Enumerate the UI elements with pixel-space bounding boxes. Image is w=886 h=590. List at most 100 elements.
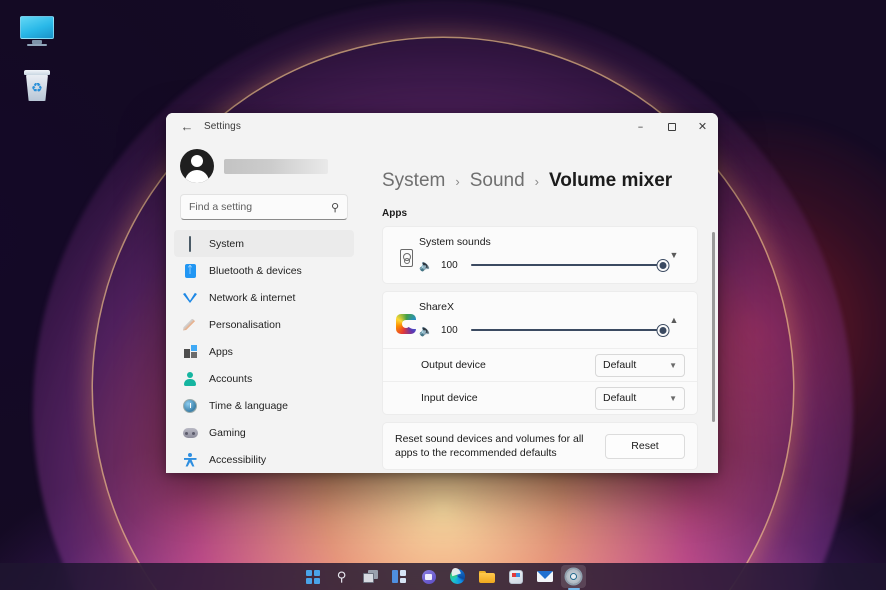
search-icon: ⚲ <box>331 201 339 214</box>
page-title: Volume mixer <box>549 170 672 192</box>
windows-start-icon <box>306 570 320 584</box>
volume-slider-sharex[interactable] <box>471 322 663 338</box>
microsoft-store-button[interactable] <box>503 565 528 588</box>
sidebar: ⚲ System ᛏ Bluetooth & devices Network & <box>166 140 362 473</box>
personalisation-icon <box>182 318 198 332</box>
mail-icon <box>537 571 553 582</box>
desktop: ♻ ← Settings – ✕ <box>0 0 886 590</box>
accounts-icon <box>182 371 198 387</box>
search-box[interactable]: ⚲ <box>180 194 348 220</box>
settings-gear-icon <box>566 569 581 584</box>
teams-chat-button[interactable] <box>416 565 441 588</box>
main-content: System › Sound › Volume mixer Apps Syste… <box>362 140 718 473</box>
file-explorer-button[interactable] <box>474 565 499 588</box>
taskbar: ⚲ <box>0 563 886 590</box>
search-input[interactable] <box>189 201 331 213</box>
app-card-sharex: ShareX 🔈 100 ▲ <box>382 291 698 415</box>
store-icon <box>509 570 523 584</box>
chevron-right-icon: › <box>455 174 459 189</box>
apps-icon <box>182 344 198 360</box>
app-row: ShareX 🔈 100 ▲ <box>383 292 697 348</box>
app-name: System sounds <box>419 236 663 248</box>
sidebar-item-apps[interactable]: Apps <box>174 338 354 365</box>
monitor-icon <box>20 16 54 46</box>
chevron-down-icon: ▼ <box>669 361 677 370</box>
search-button[interactable]: ⚲ <box>329 565 354 588</box>
scrollbar[interactable] <box>712 232 715 422</box>
volume-value: 100 <box>441 325 463 336</box>
sidebar-item-label: Apps <box>209 346 233 358</box>
sidebar-item-label: Accessibility <box>209 454 266 466</box>
maximize-button[interactable] <box>656 113 687 140</box>
recycle-bin-icon: ♻ <box>24 70 50 102</box>
sidebar-item-accounts[interactable]: Accounts <box>174 365 354 392</box>
teams-chat-icon <box>422 570 436 584</box>
input-device-select[interactable]: Default ▼ <box>595 387 685 410</box>
sidebar-item-bluetooth-devices[interactable]: ᛏ Bluetooth & devices <box>174 257 354 284</box>
desktop-icon-this-pc[interactable] <box>6 16 68 46</box>
sidebar-item-time-language[interactable]: Time & language <box>174 392 354 419</box>
sidebar-item-label: Time & language <box>209 400 288 412</box>
user-profile[interactable] <box>174 140 354 186</box>
window-title: Settings <box>204 121 241 132</box>
sidebar-item-network-internet[interactable]: Network & internet <box>174 284 354 311</box>
output-device-label: Output device <box>395 359 486 371</box>
volume-value: 100 <box>441 260 463 271</box>
settings-button[interactable] <box>561 565 586 588</box>
settings-window: ← Settings – ✕ ⚲ <box>166 113 718 473</box>
volume-icon: 🔈 <box>419 259 433 272</box>
close-button[interactable]: ✕ <box>687 113 718 140</box>
time-language-icon <box>182 398 198 414</box>
search-icon: ⚲ <box>337 569 347 585</box>
accessibility-icon <box>182 452 198 468</box>
sidebar-item-label: Personalisation <box>209 319 281 331</box>
sidebar-item-label: Bluetooth & devices <box>209 265 302 277</box>
desktop-icon-recycle-bin[interactable]: ♻ <box>6 70 68 102</box>
chevron-up-icon[interactable]: ▲ <box>663 301 685 325</box>
network-icon <box>182 290 198 306</box>
account-name-redacted <box>224 159 328 174</box>
window-controls: – ✕ <box>625 113 718 140</box>
output-device-value: Default <box>603 359 636 371</box>
volume-slider-system-sounds[interactable] <box>471 257 663 273</box>
sidebar-item-accessibility[interactable]: Accessibility <box>174 446 354 473</box>
reset-description: Reset sound devices and volumes for all … <box>395 432 605 460</box>
reset-button[interactable]: Reset <box>605 434 685 459</box>
maximize-icon <box>668 123 676 131</box>
system-icon <box>182 236 198 252</box>
apps-section-label: Apps <box>382 208 698 219</box>
widgets-button[interactable] <box>387 565 412 588</box>
window-titlebar: ← Settings – ✕ <box>166 113 718 140</box>
input-device-label: Input device <box>395 392 478 404</box>
app-row: System sounds 🔈 100 ▼ <box>383 227 697 283</box>
sidebar-item-system[interactable]: System <box>174 230 354 257</box>
avatar <box>180 149 214 183</box>
start-button[interactable] <box>300 565 325 588</box>
bluetooth-icon: ᛏ <box>182 263 198 279</box>
sidebar-nav: System ᛏ Bluetooth & devices Network & i… <box>174 230 354 473</box>
edge-button[interactable] <box>445 565 470 588</box>
input-device-row: Input device Default ▼ <box>383 381 697 414</box>
back-arrow-icon[interactable]: ← <box>174 116 200 138</box>
chevron-down-icon[interactable]: ▼ <box>663 236 685 260</box>
output-device-select[interactable]: Default ▼ <box>595 354 685 377</box>
minimize-button[interactable]: – <box>625 113 656 140</box>
output-device-row: Output device Default ▼ <box>383 348 697 381</box>
sidebar-item-label: Gaming <box>209 427 246 439</box>
breadcrumb: System › Sound › Volume mixer <box>382 140 698 208</box>
sidebar-item-gaming[interactable]: Gaming <box>174 419 354 446</box>
task-view-button[interactable] <box>358 565 383 588</box>
task-view-icon <box>363 570 378 583</box>
speaker-icon <box>393 236 419 267</box>
widgets-icon <box>392 570 407 583</box>
reset-card: Reset sound devices and volumes for all … <box>382 422 698 470</box>
chevron-right-icon: › <box>535 174 539 189</box>
breadcrumb-sound[interactable]: Sound <box>470 170 525 192</box>
sidebar-item-label: Network & internet <box>209 292 295 304</box>
mail-button[interactable] <box>532 565 557 588</box>
sidebar-item-label: System <box>209 238 244 250</box>
sidebar-item-personalisation[interactable]: Personalisation <box>174 311 354 338</box>
volume-icon: 🔈 <box>419 324 433 337</box>
app-name: ShareX <box>419 301 663 313</box>
breadcrumb-system[interactable]: System <box>382 170 445 192</box>
